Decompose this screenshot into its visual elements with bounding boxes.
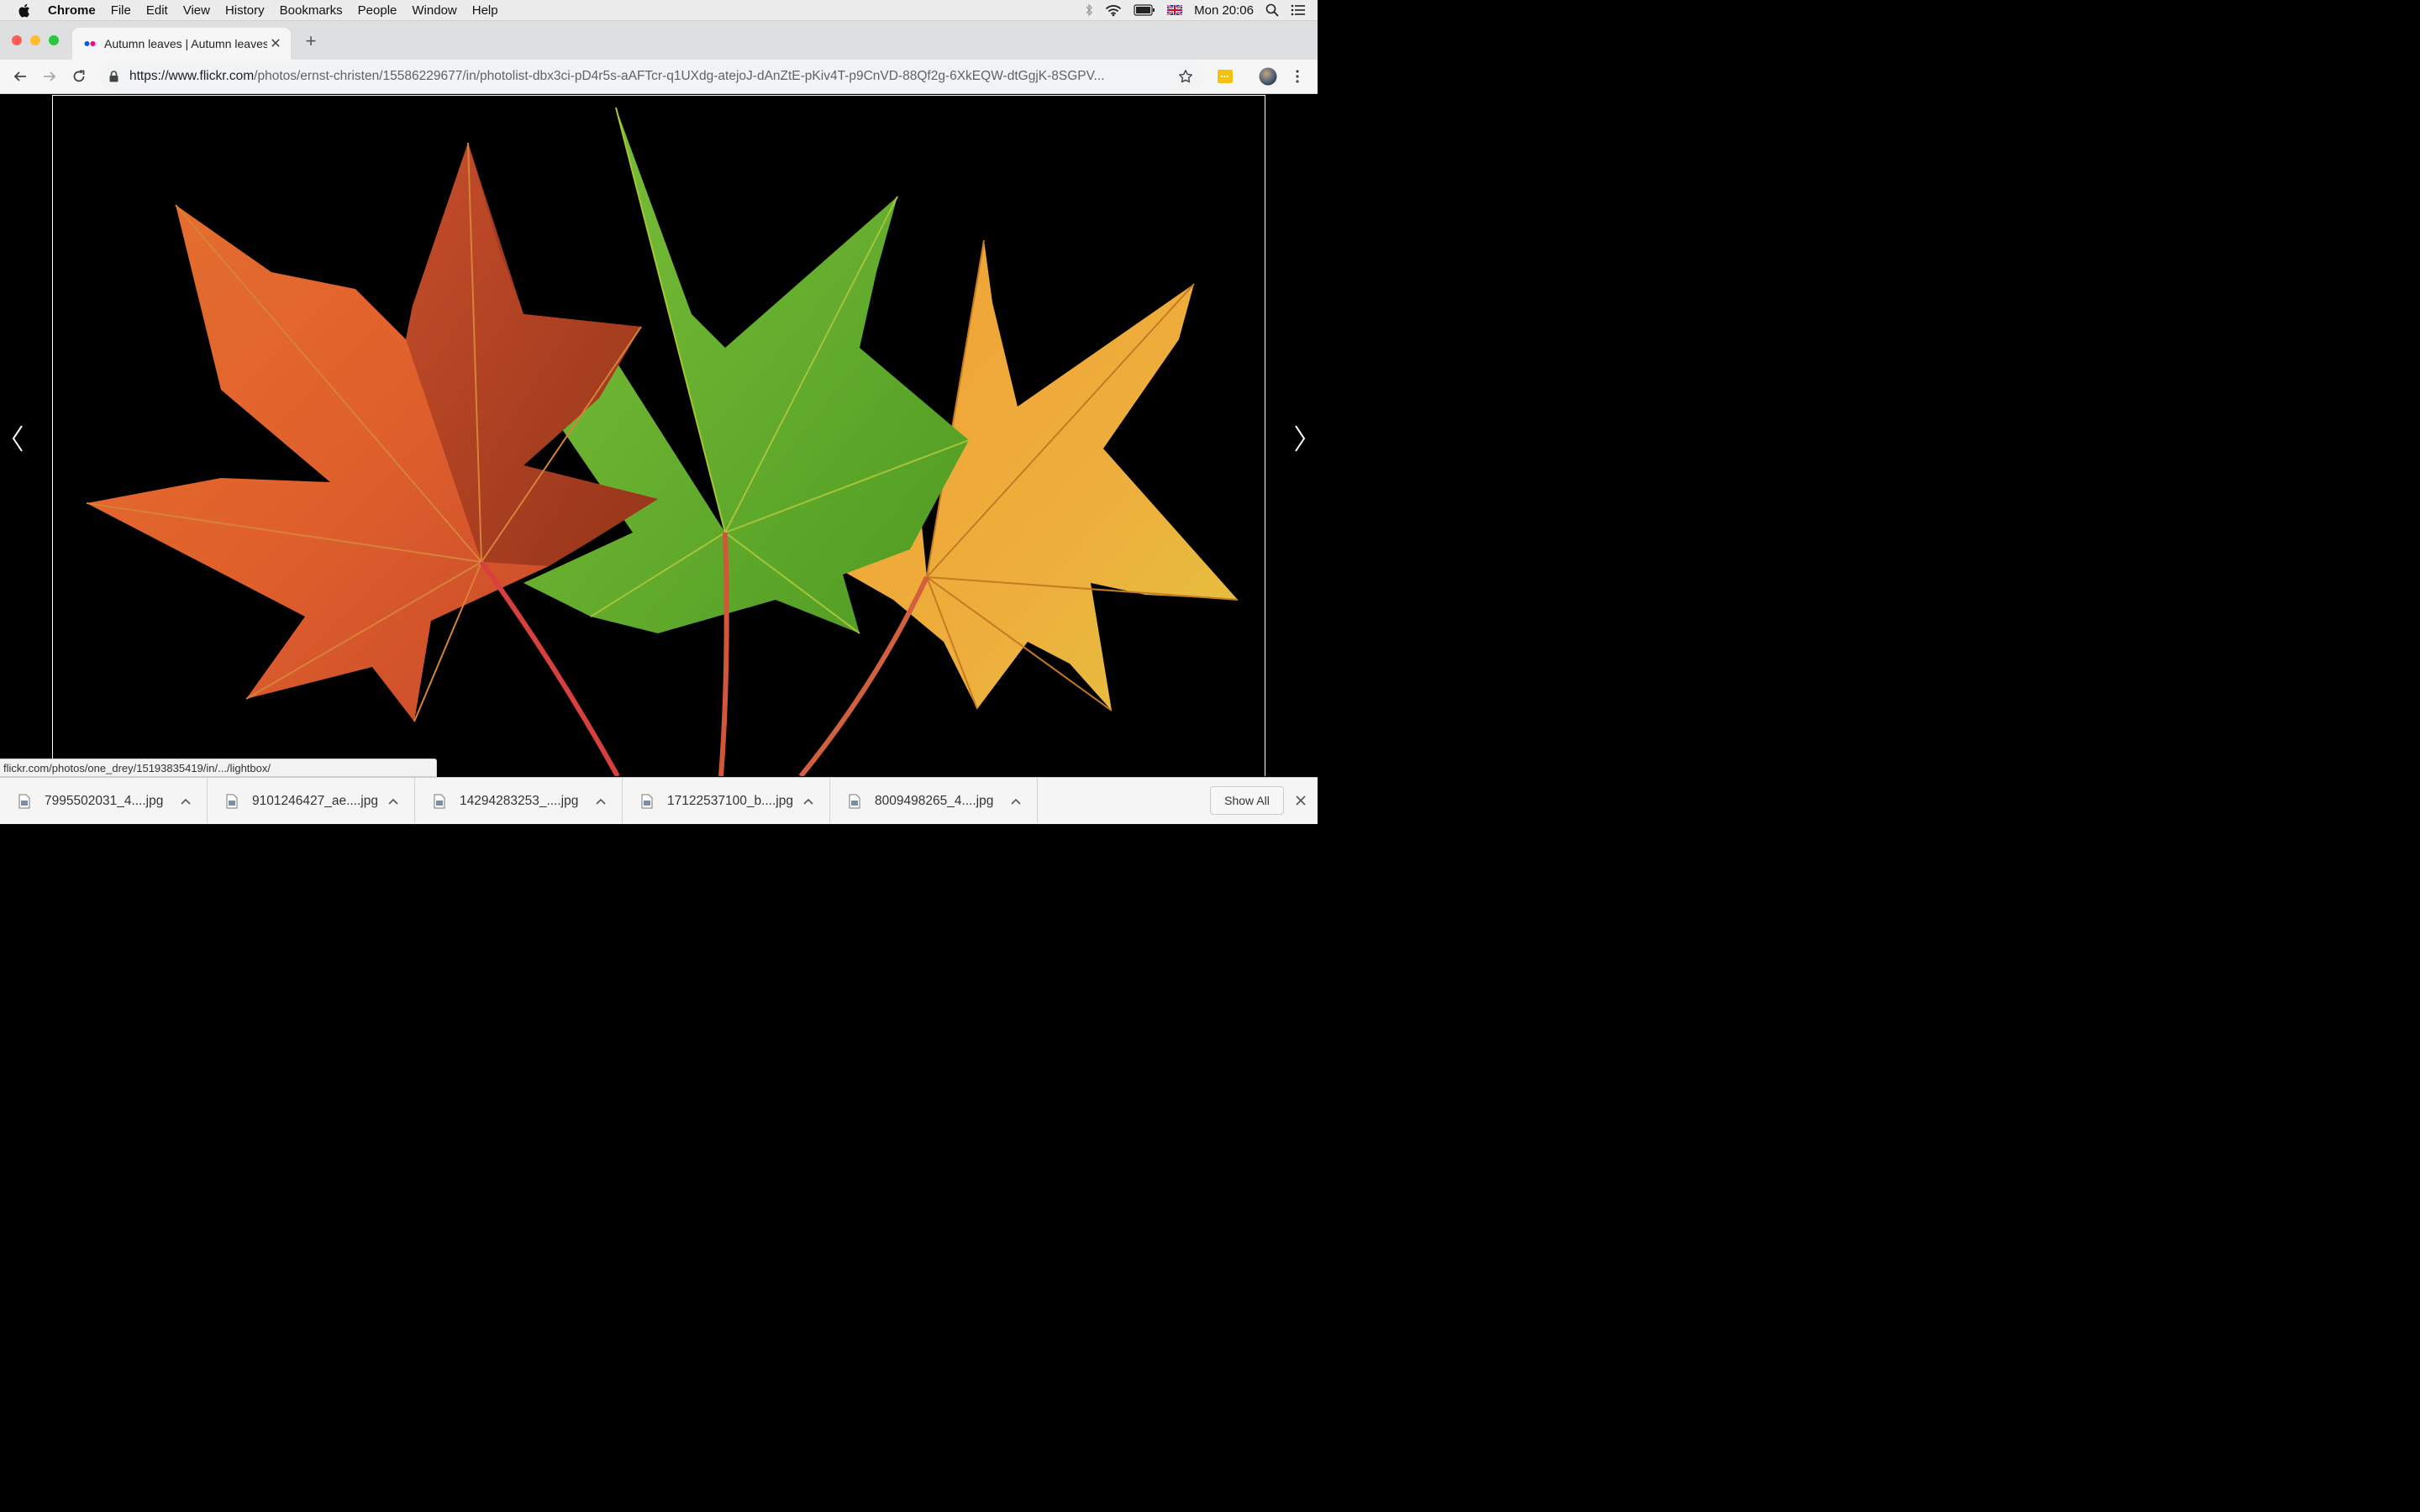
spotlight-search-icon[interactable]: [1265, 3, 1279, 17]
download-item[interactable]: 7995502031_4....jpg: [0, 778, 208, 824]
menu-history[interactable]: History: [218, 3, 272, 18]
photo-lightbox: [0, 94, 1318, 777]
chevron-up-icon[interactable]: [384, 798, 402, 805]
menu-bar: Chrome File Edit View History Bookmarks …: [0, 0, 1318, 21]
download-filename: 8009498265_4....jpg: [875, 793, 994, 808]
chrome-menu-icon[interactable]: [1287, 66, 1307, 87]
menu-people[interactable]: People: [350, 3, 405, 18]
download-item[interactable]: 17122537100_b....jpg: [623, 778, 830, 824]
link-status-bubble: flickr.com/photos/one_drey/15193835419/i…: [0, 759, 437, 777]
profile-avatar[interactable]: [1258, 66, 1278, 87]
chevron-up-icon[interactable]: [799, 798, 818, 805]
maple-leaves-image: [53, 96, 1265, 776]
chevron-up-icon[interactable]: [176, 798, 195, 805]
download-filename: 9101246427_ae....jpg: [252, 793, 378, 808]
close-download-shelf-icon[interactable]: [1292, 792, 1309, 809]
menu-app-chrome[interactable]: Chrome: [40, 3, 103, 18]
extension-icon[interactable]: [1215, 66, 1235, 87]
chevron-up-icon[interactable]: [592, 798, 610, 805]
window-minimize-button[interactable]: [30, 35, 40, 45]
tab-autumn-leaves[interactable]: Autumn leaves | Autumn leaves ✕: [72, 28, 291, 60]
wifi-icon[interactable]: [1105, 3, 1122, 17]
tab-title: Autumn leaves | Autumn leaves: [104, 37, 267, 50]
url-text[interactable]: https://www.flickr.com/photos/ernst-chri…: [129, 69, 1176, 84]
download-item[interactable]: 14294283253_....jpg: [415, 778, 623, 824]
battery-icon[interactable]: [1134, 4, 1155, 16]
bluetooth-icon[interactable]: [1085, 3, 1093, 17]
notification-center-icon[interactable]: [1291, 4, 1306, 16]
menu-file[interactable]: File: [103, 3, 139, 18]
new-tab-button[interactable]: +: [301, 31, 321, 51]
download-filename: 7995502031_4....jpg: [45, 793, 164, 808]
next-photo-arrow-icon[interactable]: [1292, 422, 1308, 455]
download-shelf: 7995502031_4....jpg 9101246427_ae....jpg…: [0, 777, 1318, 824]
url-path: /photos/ernst-christen/15586229677/in/ph…: [254, 69, 1105, 83]
tab-close-icon[interactable]: ✕: [267, 35, 284, 52]
autumn-leaves-photo[interactable]: [52, 95, 1265, 776]
flickr-favicon-icon: [84, 40, 97, 47]
browser-toolbar: https://www.flickr.com/photos/ernst-chri…: [0, 60, 1318, 94]
jpg-file-icon: [849, 794, 862, 809]
menu-help[interactable]: Help: [465, 3, 506, 18]
download-item[interactable]: 9101246427_ae....jpg: [208, 778, 415, 824]
jpg-file-icon: [18, 794, 32, 809]
menu-edit[interactable]: Edit: [139, 3, 176, 18]
lock-icon[interactable]: [109, 71, 121, 82]
menu-bookmarks[interactable]: Bookmarks: [272, 3, 350, 18]
bookmark-star-icon[interactable]: [1176, 69, 1195, 84]
download-filename: 17122537100_b....jpg: [667, 793, 793, 808]
jpg-file-icon: [434, 794, 447, 809]
download-item[interactable]: 8009498265_4....jpg: [830, 778, 1038, 824]
download-filename: 14294283253_....jpg: [460, 793, 579, 808]
back-button-icon[interactable]: [10, 66, 30, 87]
url-host: https://www.flickr.com: [129, 69, 255, 83]
show-all-downloads-button[interactable]: Show All: [1210, 786, 1284, 815]
chevron-up-icon[interactable]: [1007, 798, 1025, 805]
previous-photo-arrow-icon[interactable]: [9, 422, 26, 455]
uk-flag-input-icon[interactable]: [1167, 5, 1183, 15]
clock[interactable]: Mon 20:06: [1194, 3, 1254, 18]
window-close-button[interactable]: [12, 35, 22, 45]
apple-menu-icon[interactable]: [15, 2, 32, 18]
jpg-file-icon: [641, 794, 655, 809]
address-bar[interactable]: https://www.flickr.com/photos/ernst-chri…: [99, 63, 1205, 90]
tab-strip: Autumn leaves | Autumn leaves ✕ +: [0, 21, 1318, 60]
status-menus: Mon 20:06: [1085, 0, 1318, 20]
menu-view[interactable]: View: [176, 3, 218, 18]
window-zoom-button[interactable]: [49, 35, 59, 45]
jpg-file-icon: [226, 794, 239, 809]
reload-button-icon[interactable]: [69, 66, 89, 87]
forward-button-icon[interactable]: [39, 66, 60, 87]
menu-window[interactable]: Window: [404, 3, 464, 18]
